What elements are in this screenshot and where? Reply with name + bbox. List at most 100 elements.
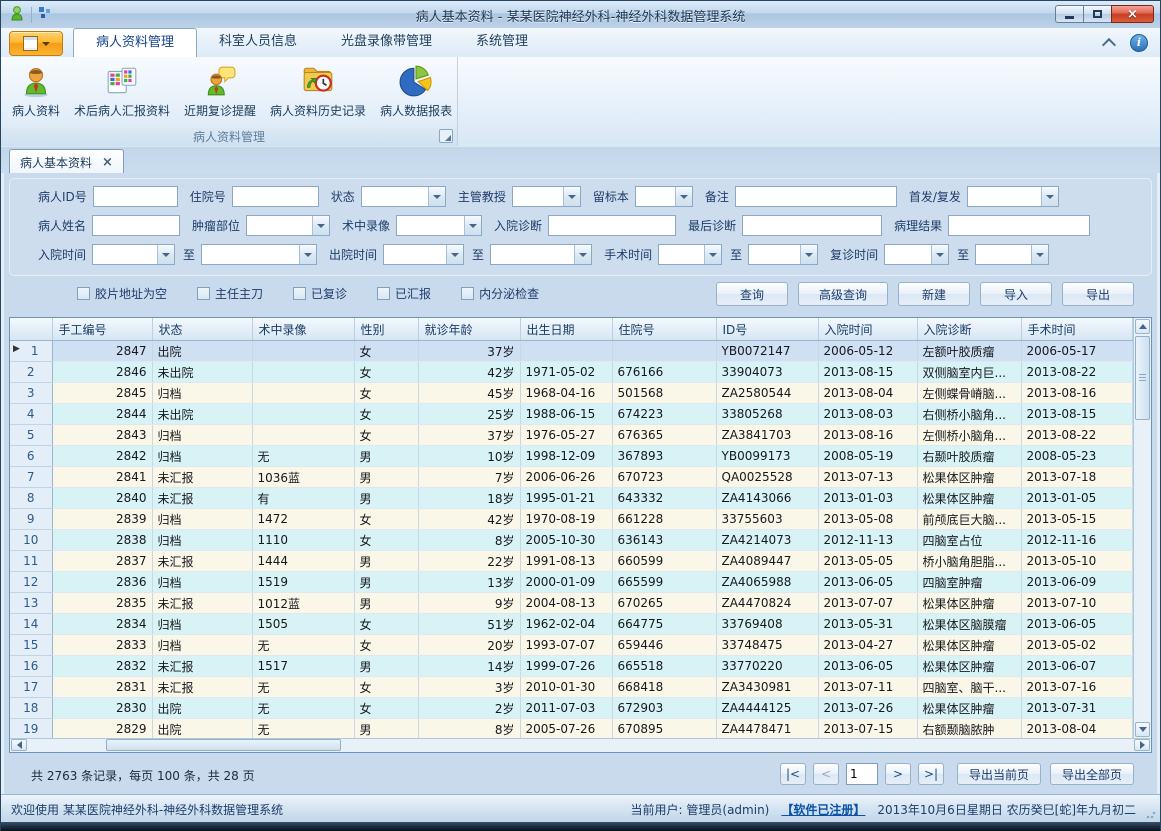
- cell-admission-no[interactable]: 367893: [612, 446, 716, 467]
- cell-birth-date[interactable]: 1976-05-27: [520, 425, 612, 446]
- vertical-scrollbar[interactable]: [1133, 318, 1151, 738]
- chevron-down-icon[interactable]: [1031, 245, 1048, 264]
- cell-birth-date[interactable]: 2006-06-26: [520, 467, 612, 488]
- checkbox-followed-up[interactable]: 已复诊: [293, 285, 347, 302]
- cell-intraop-video[interactable]: 无: [252, 635, 354, 656]
- query-button[interactable]: 查询: [716, 282, 788, 306]
- cell-birth-date[interactable]: [520, 341, 612, 362]
- row-selector[interactable]: 15: [10, 635, 52, 656]
- cell-id-no[interactable]: 33769408: [716, 614, 818, 635]
- cell-surgery-date[interactable]: 2013-05-15: [1021, 509, 1133, 530]
- cell-surgery-date[interactable]: 2013-06-09: [1021, 572, 1133, 593]
- cell-admit-date[interactable]: 2012-11-13: [818, 530, 917, 551]
- cell-birth-date[interactable]: 1970-08-19: [520, 509, 612, 530]
- cell-admit-date[interactable]: 2013-05-05: [818, 551, 917, 572]
- chevron-down-icon[interactable]: [446, 245, 463, 264]
- cell-intraop-video[interactable]: 有: [252, 488, 354, 509]
- minimize-button[interactable]: [1055, 5, 1084, 23]
- chevron-down-icon[interactable]: [299, 245, 316, 264]
- cell-admission-no[interactable]: 660599: [612, 551, 716, 572]
- cell-admit-dx[interactable]: 四脑室肿瘤: [917, 572, 1021, 593]
- cell-id-no[interactable]: QA0025528: [716, 467, 818, 488]
- cell-admission-no[interactable]: 670265: [612, 593, 716, 614]
- cell-admit-date[interactable]: 2013-08-04: [818, 383, 917, 404]
- cell-admission-no[interactable]: 636143: [612, 530, 716, 551]
- cell-id-no[interactable]: YB0099173: [716, 446, 818, 467]
- cell-gender[interactable]: 女: [354, 677, 418, 698]
- cell-manual-no[interactable]: 2831: [52, 677, 152, 698]
- cell-visit-age[interactable]: 14岁: [418, 656, 520, 677]
- cell-status[interactable]: 未出院: [152, 362, 252, 383]
- cell-status[interactable]: 出院: [152, 719, 252, 739]
- cell-intraop-video[interactable]: 1036蓝: [252, 467, 354, 488]
- row-selector[interactable]: 6: [10, 446, 52, 467]
- cell-status[interactable]: 未汇报: [152, 593, 252, 614]
- cell-intraop-video[interactable]: [252, 362, 354, 383]
- cell-manual-no[interactable]: 2838: [52, 530, 152, 551]
- cell-admit-dx[interactable]: 右侧桥小脑角...: [917, 404, 1021, 425]
- cell-admit-dx[interactable]: 左侧桥小脑角...: [917, 425, 1021, 446]
- ribbon-tab-disc-management[interactable]: 光盘录像带管理: [319, 28, 454, 56]
- cell-status[interactable]: 归档: [152, 530, 252, 551]
- cell-surgery-date[interactable]: 2013-08-22: [1021, 362, 1133, 383]
- chevron-down-icon[interactable]: [157, 245, 174, 264]
- intraop-video-select[interactable]: [396, 215, 482, 236]
- cell-admit-date[interactable]: 2013-06-05: [818, 572, 917, 593]
- cell-intraop-video[interactable]: 1110: [252, 530, 354, 551]
- cell-admit-date[interactable]: 2013-08-16: [818, 425, 917, 446]
- cell-surgery-date[interactable]: 2013-05-10: [1021, 551, 1133, 572]
- cell-admit-date[interactable]: 2006-05-12: [818, 341, 917, 362]
- cell-admit-date[interactable]: 2013-08-15: [818, 362, 917, 383]
- cell-id-no[interactable]: ZA4444125: [716, 698, 818, 719]
- column-header-manual-no[interactable]: 手工编号: [52, 318, 152, 341]
- admit-time-to-select[interactable]: [201, 244, 317, 265]
- postop-report-button[interactable]: 术后病人汇报资料: [67, 60, 177, 122]
- row-selector[interactable]: 19: [10, 719, 52, 739]
- table-row[interactable]: 112837未汇报1444男22岁1991-08-13660599ZA40894…: [10, 551, 1133, 572]
- cell-manual-no[interactable]: 2834: [52, 614, 152, 635]
- cell-surgery-date[interactable]: 2013-08-04: [1021, 719, 1133, 739]
- checkbox-reported[interactable]: 已汇报: [377, 285, 431, 302]
- page-number-input[interactable]: [846, 763, 878, 785]
- table-row[interactable]: 122836归档1519男13岁2000-01-09665599ZA406598…: [10, 572, 1133, 593]
- cell-surgery-date[interactable]: 2013-08-15: [1021, 404, 1133, 425]
- patient-record-button[interactable]: 病人资料: [5, 60, 67, 122]
- cell-status[interactable]: 未出院: [152, 404, 252, 425]
- cell-surgery-date[interactable]: 2013-07-16: [1021, 677, 1133, 698]
- cell-birth-date[interactable]: 1971-05-02: [520, 362, 612, 383]
- cell-gender[interactable]: 女: [354, 530, 418, 551]
- cell-manual-no[interactable]: 2840: [52, 488, 152, 509]
- row-selector[interactable]: 14: [10, 614, 52, 635]
- cell-admit-date[interactable]: 2013-08-03: [818, 404, 917, 425]
- cell-admit-date[interactable]: 2013-05-08: [818, 509, 917, 530]
- cell-surgery-date[interactable]: 2013-08-16: [1021, 383, 1133, 404]
- professor-select[interactable]: [512, 186, 581, 207]
- export-all-pages-button[interactable]: 导出全部页: [1050, 763, 1134, 785]
- table-row[interactable]: 92839归档1472女42岁1970-08-19661228337556032…: [10, 509, 1133, 530]
- cell-admission-no[interactable]: 676166: [612, 362, 716, 383]
- data-report-button[interactable]: 病人数据报表: [373, 60, 459, 122]
- cell-status[interactable]: 出院: [152, 698, 252, 719]
- cell-gender[interactable]: 女: [354, 362, 418, 383]
- cell-manual-no[interactable]: 2845: [52, 383, 152, 404]
- horizontal-scrollbar-thumb[interactable]: [106, 739, 341, 751]
- row-selector[interactable]: 12: [10, 572, 52, 593]
- cell-birth-date[interactable]: 2011-07-03: [520, 698, 612, 719]
- cell-gender[interactable]: 男: [354, 572, 418, 593]
- first-recurrence-select[interactable]: [967, 186, 1059, 207]
- chevron-down-icon[interactable]: [800, 245, 817, 264]
- cell-intraop-video[interactable]: 1517: [252, 656, 354, 677]
- table-row[interactable]: 152833归档无女20岁1993-07-0765944633748475201…: [10, 635, 1133, 656]
- followup-time-to-select[interactable]: [975, 244, 1049, 265]
- cell-id-no[interactable]: 33770220: [716, 656, 818, 677]
- cell-visit-age[interactable]: 3岁: [418, 677, 520, 698]
- cell-id-no[interactable]: ZA4089447: [716, 551, 818, 572]
- maximize-button[interactable]: [1083, 5, 1112, 23]
- chevron-down-icon[interactable]: [1041, 187, 1058, 206]
- cell-surgery-date[interactable]: 2013-07-10: [1021, 593, 1133, 614]
- row-selector[interactable]: 8: [10, 488, 52, 509]
- cell-admit-dx[interactable]: 右颞叶胶质瘤: [917, 446, 1021, 467]
- cell-intraop-video[interactable]: [252, 341, 354, 362]
- history-record-button[interactable]: 病人资料历史记录: [263, 60, 373, 122]
- cell-intraop-video[interactable]: 1519: [252, 572, 354, 593]
